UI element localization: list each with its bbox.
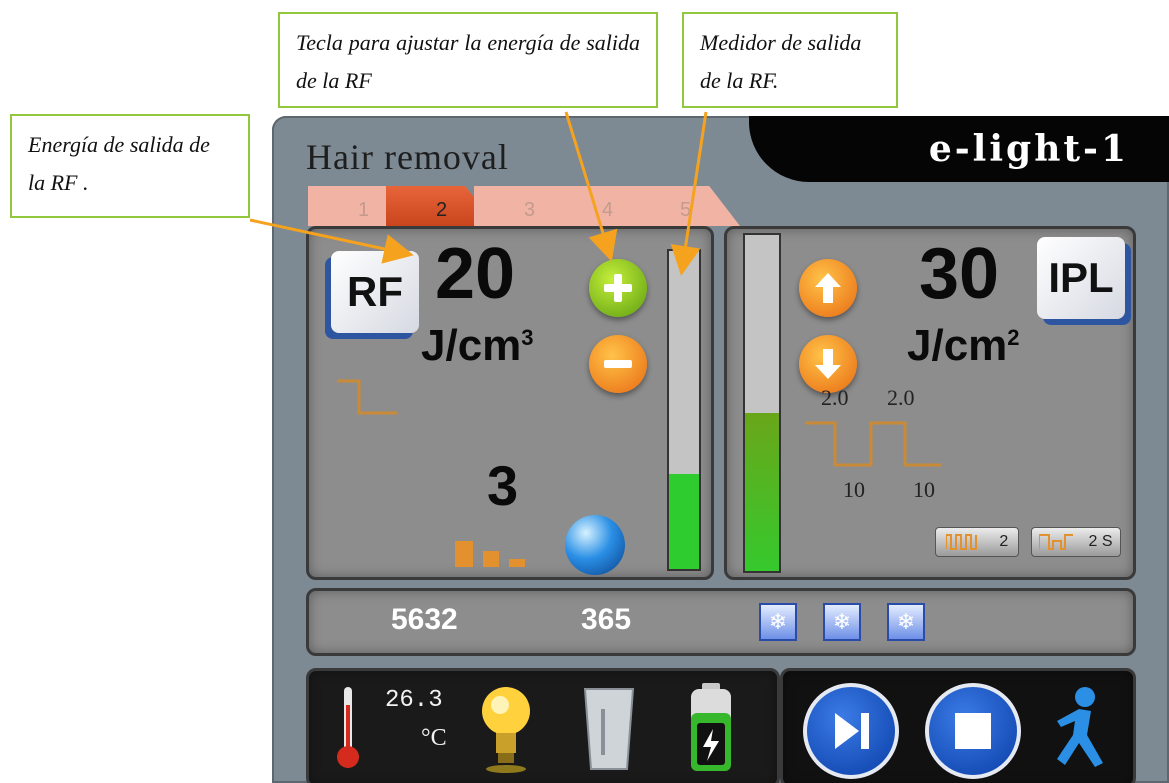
ipl-pulse-width-1: 2.0	[821, 385, 849, 410]
snowflake-icon: ❄	[768, 609, 788, 634]
rf-level-value: 3	[487, 454, 519, 517]
rf-energy-value: 20	[435, 234, 516, 314]
runner-icon[interactable]	[1047, 685, 1111, 771]
arrow-down-icon	[815, 349, 841, 379]
water-tank-icon	[583, 688, 635, 770]
ipl-output-meter	[743, 233, 781, 573]
ipl-interval-button[interactable]: 2 S	[1031, 527, 1121, 557]
bulb-icon[interactable]	[481, 681, 531, 775]
session-shots-counter: 365	[581, 603, 632, 636]
callout-tecla-rf: Tecla para ajustar la energía de salida …	[278, 12, 658, 108]
temperature-unit: °C	[421, 725, 447, 751]
rf-minus-button[interactable]	[589, 335, 647, 393]
ipl-delay-1: 10	[843, 477, 865, 502]
callout-medidor-rf: Medidor de salida de la RF.	[682, 12, 898, 108]
rf-activation-button[interactable]	[565, 515, 625, 575]
pulse-wave-icon	[337, 379, 397, 415]
temperature-value: 26.3	[385, 687, 443, 714]
cooling-level-1-button[interactable]: ❄	[759, 603, 797, 641]
rf-output-meter	[667, 249, 701, 571]
ipl-pulse-count-button[interactable]: 2	[935, 527, 1019, 557]
brand-banner: e-light-1	[749, 116, 1169, 182]
counter-bar: 5632 365 ❄ ❄ ❄	[306, 588, 1136, 656]
battery-icon	[691, 683, 731, 771]
stop-icon	[955, 713, 991, 749]
rf-meter-fill	[669, 473, 699, 569]
callout-energia-rf: Energía de salida de la RF .	[10, 114, 250, 218]
ipl-up-button[interactable]	[799, 259, 857, 317]
interval-icon	[1039, 534, 1074, 550]
tab-5[interactable]: 5	[630, 186, 740, 226]
thermometer-icon	[337, 687, 359, 768]
cooling-level-2-button[interactable]: ❄	[823, 603, 861, 641]
rf-energy-unit: J/cm3	[421, 321, 534, 370]
minus-icon	[604, 360, 632, 368]
cooling-level-3-button[interactable]: ❄	[887, 603, 925, 641]
snowflake-icon: ❄	[896, 609, 916, 634]
ipl-pulse-width-2: 2.0	[887, 385, 915, 410]
brand-name: e-light-1	[928, 128, 1129, 170]
control-panel	[780, 668, 1136, 783]
rf-panel: RF 20 J/cm3 3	[306, 226, 714, 580]
status-panel: 26.3 °C	[306, 668, 780, 783]
device-screen: Hair removal e-light-1 1 2 3 4 5 RF 20 J…	[272, 116, 1169, 783]
ipl-energy-unit: J/cm2	[907, 321, 1020, 370]
play-step-button[interactable]	[803, 683, 899, 779]
play-step-icon	[835, 713, 869, 749]
rf-badge: RF	[331, 251, 419, 333]
plus-icon	[604, 274, 632, 302]
pulse-train-icon	[945, 534, 977, 550]
ipl-meter-fill	[745, 413, 779, 571]
ipl-pulse-wave-icon	[805, 421, 941, 467]
snowflake-icon: ❄	[832, 609, 852, 634]
stop-button[interactable]	[925, 683, 1021, 779]
signal-bars-icon	[455, 541, 525, 567]
ipl-delay-2: 10	[913, 477, 935, 502]
ipl-panel: 30 J/cm2 IPL 2.0 2.0 10 10 2 2 S	[724, 226, 1136, 580]
total-shots-counter: 5632	[391, 603, 458, 636]
ipl-energy-value: 30	[919, 234, 1000, 314]
rf-plus-button[interactable]	[589, 259, 647, 317]
ipl-badge: IPL	[1037, 237, 1125, 319]
arrow-up-icon	[815, 273, 841, 303]
program-tabs: 1 2 3 4 5	[308, 186, 748, 226]
screen-title: Hair removal	[306, 137, 509, 177]
